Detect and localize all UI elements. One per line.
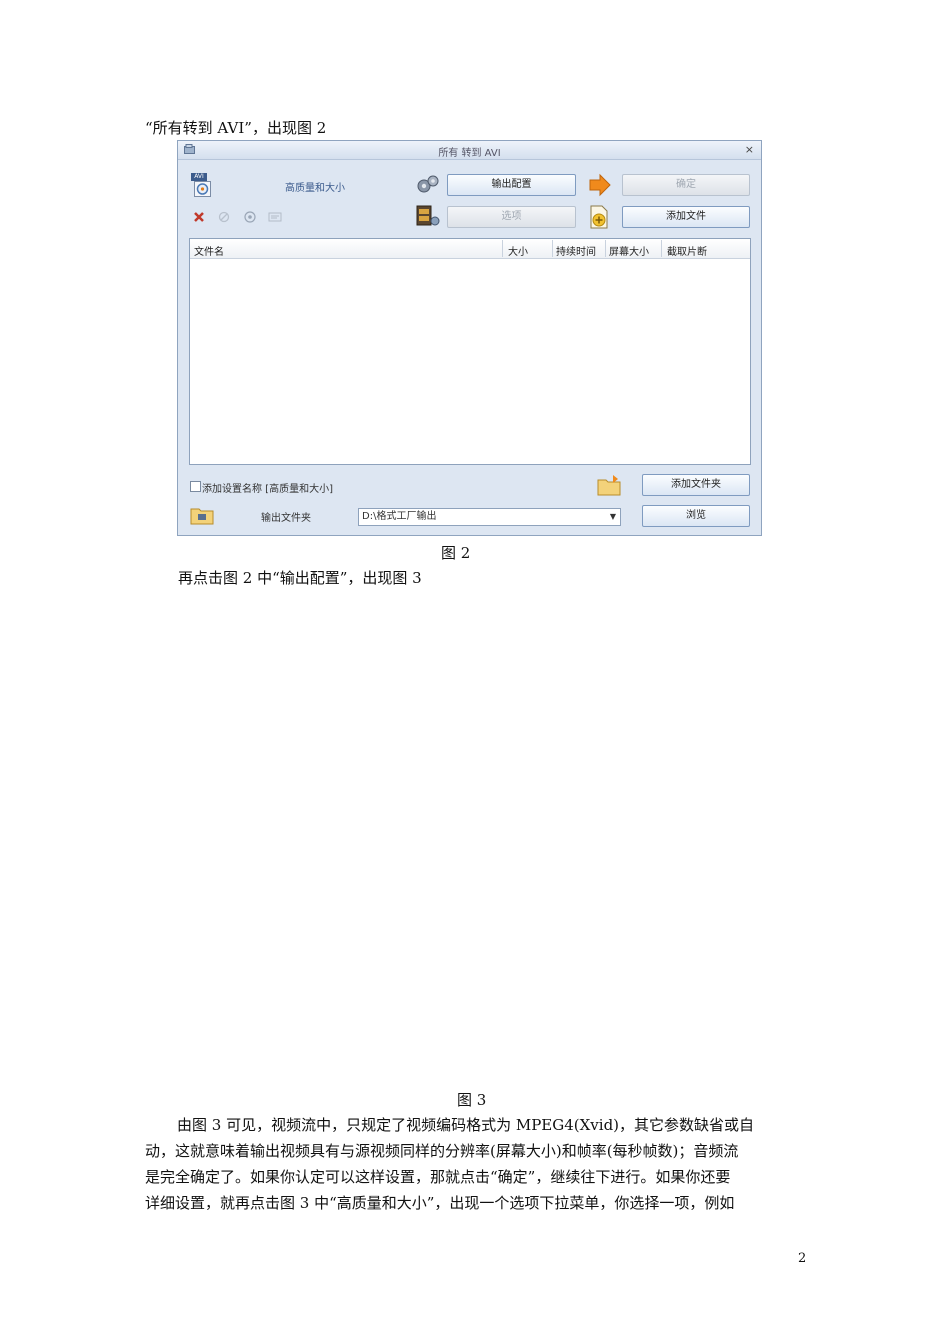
avi-format-icon: AVI [191, 173, 213, 197]
dialog-title: 所有 转到 AVI [438, 148, 501, 159]
paragraph-line-2: 动，这就意味着输出视频具有与源视频同样的分辨率(屏幕大小)和帧率(每秒帧数)；音… [145, 1142, 739, 1160]
add-file-icon [590, 205, 608, 229]
paragraph-line-3: 是完全确定了。如果你认定可以这样设置，那就点击“确定”，继续往下进行。如果你还要 [145, 1168, 731, 1186]
output-folder-label: 输出文件夹 [261, 513, 311, 524]
play-icon[interactable] [244, 211, 256, 223]
avi-badge: AVI [191, 173, 207, 181]
intro-line: “所有转到 AVI”，出现图 2 [145, 119, 327, 137]
film-tools-icon [416, 205, 440, 226]
column-screen-size[interactable]: 屏幕大小 [609, 243, 649, 258]
add-setting-name-checkbox[interactable] [190, 481, 201, 492]
output-folder-select[interactable]: D:\格式工厂输出 ▼ [358, 508, 621, 526]
column-duration[interactable]: 持续时间 [556, 243, 596, 258]
figure-3-caption: 图 3 [457, 1091, 487, 1109]
click-instruction-line: 再点击图 2 中“输出配置”，出现图 3 [178, 569, 422, 587]
browse-button[interactable]: 浏览 [642, 505, 750, 527]
title-bar: 所有 转到 AVI × [178, 141, 761, 160]
options-button[interactable]: 选项 [447, 206, 576, 228]
convert-avi-dialog: 所有 转到 AVI × AVI 高质量和大小 输出配置 确定 选项 添加文件 文… [177, 140, 762, 536]
add-file-button[interactable]: 添加文件 [622, 206, 750, 228]
close-icon[interactable]: × [745, 143, 754, 156]
column-size[interactable]: 大小 [508, 243, 528, 258]
paragraph-line-4: 详细设置，就再点击图 3 中“高质量和大小”，出现一个选项下拉菜单，你选择一项，… [145, 1194, 735, 1212]
column-filename[interactable]: 文件名 [194, 243, 224, 258]
figure-2-caption: 图 2 [441, 544, 471, 562]
file-list-header: 文件名 大小 持续时间 屏幕大小 截取片断 [190, 239, 750, 259]
disc-icon [194, 181, 211, 197]
add-folder-icon [597, 475, 621, 496]
output-config-button[interactable]: 输出配置 [447, 174, 576, 196]
arrow-right-icon [589, 173, 611, 197]
paragraph-line-1: 由图 3 可见，视频流中，只规定了视频编码格式为 MPEG4(Xvid)，其它参… [177, 1116, 755, 1134]
output-folder-icon [190, 508, 214, 525]
output-folder-value: D:\格式工厂输出 [362, 511, 437, 522]
page-number: 2 [798, 1251, 807, 1266]
column-clip[interactable]: 截取片断 [667, 243, 707, 258]
quality-size-link[interactable]: 高质量和大小 [285, 179, 345, 194]
info-icon[interactable] [268, 211, 282, 223]
add-folder-button[interactable]: 添加文件夹 [642, 474, 750, 496]
settings-gears-icon [417, 175, 439, 193]
chevron-down-icon[interactable]: ▼ [610, 509, 616, 525]
add-setting-name-label: 添加设置名称 [高质量和大小] [202, 484, 333, 495]
body-paragraph: 由图 3 可见，视频流中，只规定了视频编码格式为 MPEG4(Xvid)，其它参… [145, 1112, 809, 1216]
ok-button[interactable]: 确定 [622, 174, 750, 196]
clear-icon[interactable] [218, 211, 230, 223]
delete-icon[interactable] [193, 211, 205, 223]
file-list[interactable]: 文件名 大小 持续时间 屏幕大小 截取片断 [189, 238, 751, 465]
